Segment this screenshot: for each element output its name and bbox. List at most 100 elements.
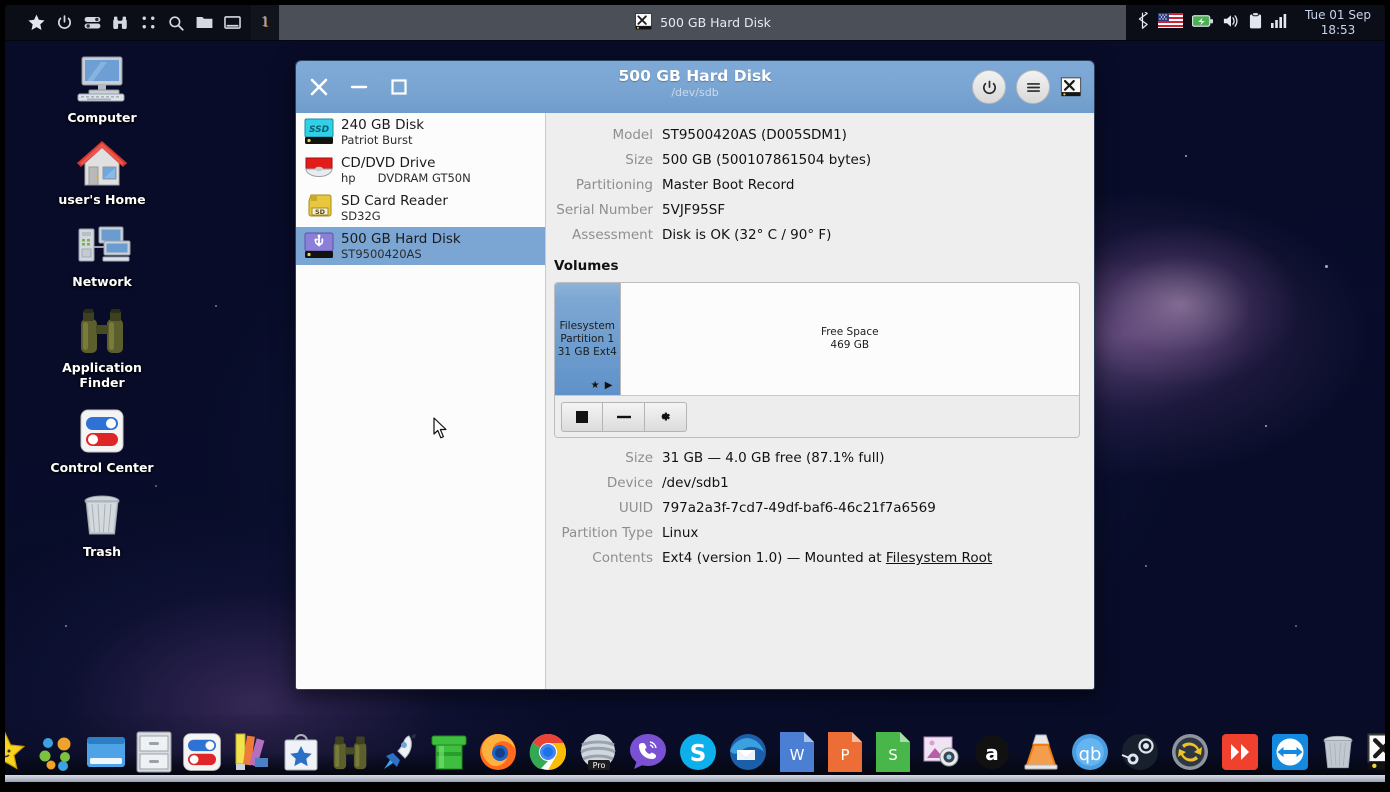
disks-window[interactable]: 500 GB Hard Disk /dev/sdb SSD 240 GB Dis…: [295, 60, 1095, 690]
dock-firefox[interactable]: [477, 730, 519, 774]
svg-text:Pro: Pro: [593, 761, 606, 770]
dock-green-pipe[interactable]: [429, 730, 469, 774]
dock-vlc[interactable]: [1021, 730, 1061, 774]
desktop[interactable]: 1 500 GB Hard Disk Tue 01 Sep 18:53 Comp…: [5, 5, 1385, 787]
disk-row-240gb[interactable]: SSD 240 GB Disk Patriot Burst: [296, 113, 545, 151]
dock-teamviewer[interactable]: [1269, 730, 1311, 774]
desktop-icon-trash[interactable]: Trash: [47, 487, 157, 559]
battery-icon[interactable]: [1191, 13, 1213, 32]
ssd-icon: SSD: [304, 118, 334, 146]
task-button-disks[interactable]: 500 GB Hard Disk: [624, 9, 781, 37]
search-icon[interactable]: [163, 8, 189, 38]
svg-text:S: S: [690, 741, 707, 767]
close-button[interactable]: [304, 72, 334, 102]
computer-icon: [47, 53, 157, 105]
partition-segment-free-space[interactable]: Free Space 469 GB: [621, 283, 1080, 395]
detail-key: UUID: [618, 500, 653, 516]
detail-value: /dev/sdb1: [662, 475, 729, 491]
more-actions-button[interactable]: [645, 401, 687, 432]
desktop-icon-computer[interactable]: Computer: [47, 53, 157, 125]
workspace-switcher[interactable]: 1: [251, 5, 279, 40]
desktop-icon-application-finder[interactable]: Application Finder: [47, 303, 157, 390]
whisker-menu-icon[interactable]: [23, 8, 49, 38]
binoculars-icon: [47, 303, 157, 355]
dock-qbittorrent[interactable]: qb: [1069, 730, 1111, 774]
dock-file-cabinet[interactable]: [135, 730, 173, 774]
disk-row-500gb[interactable]: 500 GB Hard Disk ST9500420AS: [296, 227, 545, 265]
partition-bar[interactable]: Filesystem Partition 1 31 GB Ext4 ★ ▶ Fr…: [555, 283, 1079, 395]
dock-rocket[interactable]: [379, 730, 421, 774]
disk-row-text: 240 GB Disk Patriot Burst: [341, 117, 424, 147]
disk-row-text: CD/DVD Drive hp DVDRAM GT50N: [341, 155, 471, 185]
dock-app-dots[interactable]: [35, 730, 77, 774]
volumes-heading: Volumes: [554, 258, 619, 274]
star-decoration: [1185, 155, 1187, 157]
dock-window-manager[interactable]: [85, 730, 127, 774]
desktop-icon-control-center[interactable]: Control Center: [47, 403, 157, 475]
detail-size: Size 500 GB (500107861504 bytes): [546, 152, 1080, 169]
detail-value-group: Ext4 (version 1.0) — Mounted at Filesyst…: [662, 550, 992, 567]
dock-color-picker[interactable]: [231, 730, 273, 774]
detail-key: Size: [625, 152, 653, 168]
desktop-icon-network[interactable]: Network: [47, 217, 157, 289]
disk-row-sdcard[interactable]: SD SD Card Reader SD32G: [296, 189, 545, 227]
system-tray: [1125, 5, 1297, 40]
dock-impress[interactable]: P: [825, 730, 865, 774]
dock-binoculars[interactable]: [329, 730, 371, 774]
finder-binoculars-icon[interactable]: [107, 8, 133, 38]
power-icon[interactable]: [51, 8, 77, 38]
volume-contents: Contents Ext4 (version 1.0) — Mounted at…: [546, 550, 1080, 567]
desktop-icon-home[interactable]: user's Home: [47, 135, 157, 207]
drive-details-pane: Model ST9500420AS (D005SDM1) Size 500 GB…: [546, 113, 1094, 689]
filesystem-root-link[interactable]: Filesystem Root: [886, 550, 992, 566]
volume-icon[interactable]: [1222, 13, 1240, 33]
minimize-button[interactable]: [344, 72, 374, 102]
dock-steam[interactable]: [1119, 730, 1161, 774]
dock-control-center[interactable]: [181, 730, 223, 774]
network-signal-icon[interactable]: [1270, 13, 1287, 32]
dock-viber[interactable]: [627, 730, 669, 774]
app-grid-icon[interactable]: [135, 8, 161, 38]
dock-disks[interactable]: [1365, 730, 1385, 774]
disk-row-cddvd[interactable]: CD/DVD Drive hp DVDRAM GT50N: [296, 151, 545, 189]
detail-value: 31 GB — 4.0 GB free (87.1% full): [662, 450, 885, 466]
dock: Pro S W P S a qb: [5, 715, 1385, 787]
show-desktop-icon[interactable]: [219, 8, 245, 38]
detail-value: 797a2a3f-7cd7-49df-baf6-46c21f7a6569: [662, 500, 936, 516]
dock-screenshot[interactable]: [921, 730, 963, 774]
dock-software-store[interactable]: [281, 730, 321, 774]
dock-thunderbird[interactable]: [727, 730, 769, 774]
partition-segment-label: Free Space 469 GB: [820, 326, 879, 351]
clock[interactable]: Tue 01 Sep 18:53: [1296, 5, 1385, 40]
bluetooth-icon[interactable]: [1136, 9, 1149, 33]
dock-pro-sphere[interactable]: Pro: [577, 730, 619, 774]
hamburger-menu-button[interactable]: [1016, 70, 1050, 104]
dock-chrome[interactable]: [527, 730, 569, 774]
disk-title: 240 GB Disk: [341, 117, 425, 133]
dock-trash[interactable]: [1319, 730, 1357, 774]
keyboard-layout-us-flag-icon[interactable]: [1157, 13, 1183, 32]
dock-calc[interactable]: S: [873, 730, 913, 774]
svg-text:P: P: [840, 746, 849, 764]
clipboard-icon[interactable]: [1249, 12, 1262, 33]
maximize-button[interactable]: [384, 72, 414, 102]
unmount-button[interactable]: [561, 401, 603, 432]
delete-partition-button[interactable]: [603, 401, 645, 432]
file-manager-icon[interactable]: [191, 8, 217, 38]
dock-whisker-star[interactable]: [5, 730, 27, 774]
detail-value: Master Boot Record: [662, 177, 795, 193]
window-titlebar[interactable]: 500 GB Hard Disk /dev/sdb: [296, 61, 1094, 113]
settings-toggle-icon[interactable]: [79, 8, 105, 38]
partition-segment-filesystem[interactable]: Filesystem Partition 1 31 GB Ext4 ★ ▶: [555, 283, 621, 395]
dock-skype[interactable]: S: [677, 730, 719, 774]
power-button[interactable]: [972, 70, 1006, 104]
dock-backup[interactable]: [1169, 730, 1211, 774]
desktop-icon-label: user's Home: [58, 192, 146, 207]
dock-writer[interactable]: W: [777, 730, 817, 774]
star-decoration: [65, 625, 67, 627]
disks-app-icon: [634, 12, 653, 34]
disk-subtitle: SD32G: [341, 209, 381, 223]
disk-list[interactable]: SSD 240 GB Disk Patriot Burst CD/DVD Dri…: [296, 113, 546, 689]
dock-red-chevrons[interactable]: [1219, 730, 1261, 774]
dock-anydesk[interactable]: a: [971, 730, 1013, 774]
